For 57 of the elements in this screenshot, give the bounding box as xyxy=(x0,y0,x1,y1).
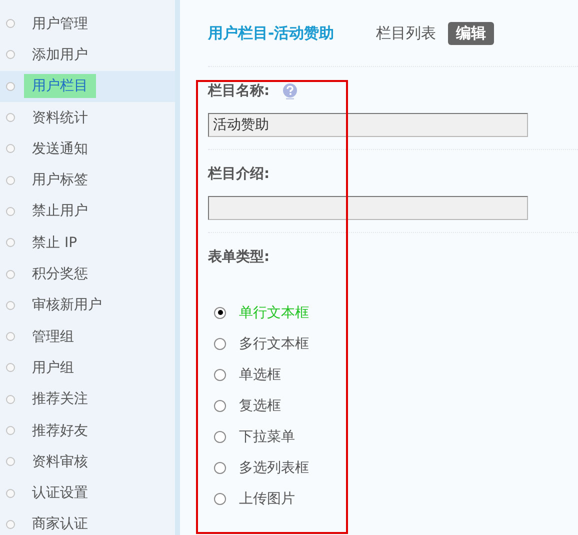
sidebar-item[interactable]: 商家认证 xyxy=(24,512,96,535)
bullet-icon xyxy=(6,144,15,154)
radio-button[interactable] xyxy=(214,462,226,474)
sidebar-item[interactable]: 管理组 xyxy=(24,324,82,349)
bullet-icon xyxy=(6,300,15,310)
sidebar-item[interactable]: 添加用户 xyxy=(24,42,96,67)
sidebar-item[interactable]: 资料审核 xyxy=(24,450,96,474)
radio-label: 单选框 xyxy=(239,366,281,384)
radio-label: 单行文本框 xyxy=(239,304,309,322)
help-icon[interactable] xyxy=(282,82,298,100)
radio-button[interactable] xyxy=(214,492,226,504)
sidebar-item[interactable]: 用户栏目 xyxy=(24,74,96,98)
bullet-icon xyxy=(6,488,15,498)
sidebar-item[interactable]: 推荐关注 xyxy=(24,387,96,412)
sidebar-item[interactable]: 积分奖惩 xyxy=(24,262,96,286)
bullet-icon xyxy=(6,270,15,279)
radio-button[interactable] xyxy=(214,368,226,380)
bullet-icon xyxy=(6,113,15,122)
field-label: 栏目介绍: xyxy=(208,165,270,183)
radio-label: 多行文本框 xyxy=(239,334,309,352)
bullet-icon xyxy=(6,332,15,342)
bullet-icon xyxy=(6,238,15,248)
bullet-icon xyxy=(6,457,15,466)
bullet-icon xyxy=(6,426,15,435)
sidebar-item[interactable]: 审核新用户 xyxy=(24,293,110,318)
input-field[interactable]: 活动赞助 xyxy=(208,113,528,137)
sidebar-item[interactable]: 禁止用户 xyxy=(24,199,96,224)
radio-label: 下拉菜单 xyxy=(239,428,295,446)
bullet-icon xyxy=(6,363,15,372)
page-title: 用户栏目-活动赞助 xyxy=(208,24,334,42)
sidebar-item[interactable]: 禁止 IP xyxy=(24,230,86,255)
bullet-icon xyxy=(6,19,15,28)
sidebar-item[interactable]: 资料统计 xyxy=(24,106,96,130)
radio-button[interactable] xyxy=(214,400,226,412)
input-field[interactable] xyxy=(208,196,528,220)
radio-button[interactable] xyxy=(214,306,226,318)
radio-button[interactable] xyxy=(214,430,226,442)
radio-label: 复选框 xyxy=(239,396,281,414)
radio-label: 上传图片 xyxy=(239,490,295,508)
field-label: 表单类型: xyxy=(208,248,270,266)
tab[interactable]: 栏目列表 xyxy=(368,22,444,44)
sidebar-item[interactable]: 用户标签 xyxy=(24,168,96,192)
sidebar-item[interactable]: 认证设置 xyxy=(24,481,96,506)
radio-label: 多选列表框 xyxy=(239,458,309,476)
field-label: 栏目名称: xyxy=(208,82,270,100)
sidebar-item[interactable]: 用户管理 xyxy=(24,12,96,36)
bullet-icon xyxy=(6,50,15,60)
bullet-icon xyxy=(6,82,15,91)
bullet-icon xyxy=(6,176,15,185)
bullet-icon xyxy=(6,394,15,404)
sidebar-item[interactable]: 用户组 xyxy=(24,356,82,380)
bullet-icon xyxy=(6,206,15,216)
sidebar-item[interactable]: 推荐好友 xyxy=(24,418,96,442)
radio-button[interactable] xyxy=(214,338,226,350)
tab[interactable]: 编辑 xyxy=(448,22,494,44)
bullet-icon xyxy=(6,520,15,529)
sidebar-item[interactable]: 发送通知 xyxy=(24,136,96,161)
